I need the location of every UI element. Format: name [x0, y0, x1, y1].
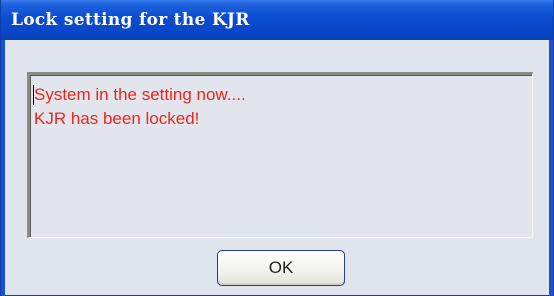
window-title: Lock setting for the KJR — [11, 10, 250, 30]
message-text-area[interactable]: System in the setting now.... KJR has be… — [27, 72, 533, 238]
window-frame-right — [549, 40, 553, 296]
message-line-locked: KJR has been locked! — [34, 109, 200, 128]
title-bar[interactable]: Lock setting for the KJR — [1, 0, 553, 40]
message-line-status: System in the setting now.... — [34, 85, 246, 104]
ok-button[interactable]: OK — [217, 250, 345, 286]
dialog-window: Lock setting for the KJR System in the s… — [0, 0, 554, 296]
window-frame-left — [1, 40, 5, 296]
